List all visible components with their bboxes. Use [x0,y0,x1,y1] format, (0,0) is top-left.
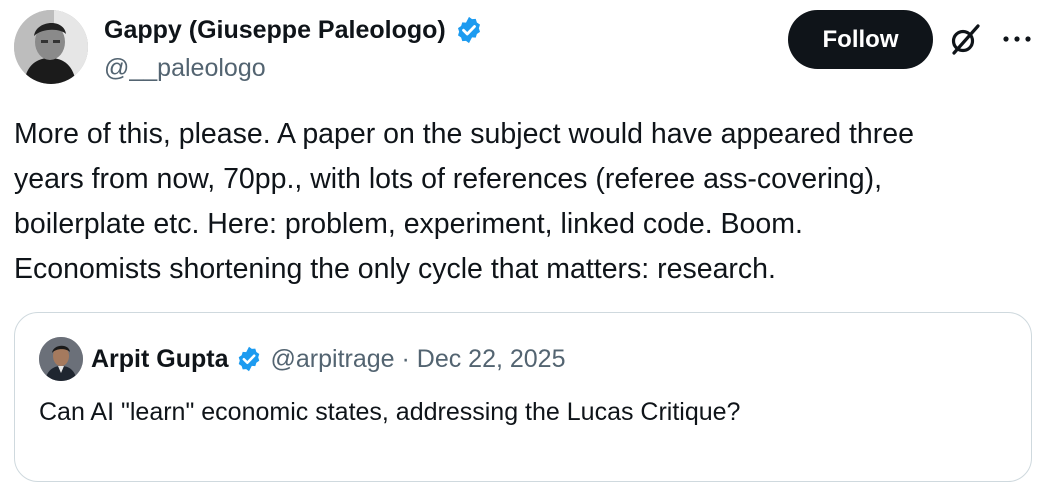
quoted-meta: @arpitrage · Dec 22, 2025 [270,345,566,373]
author-handle[interactable]: @__paleologo [104,52,266,84]
quoted-verified-badge-icon [235,345,263,373]
author-name-line: Gappy (Giuseppe Paleologo) [104,14,484,46]
grok-slash-icon[interactable] [948,22,982,56]
tweet-text: More of this, please. A paper on the sub… [14,118,914,285]
verified-badge-icon [454,15,484,45]
author-avatar[interactable] [14,10,88,84]
quoted-author-name[interactable]: Arpit Gupta [91,343,229,375]
quoted-header: Arpit Gupta @arpitrage · Dec 22, 2025 [91,343,565,375]
more-dots-icon[interactable] [1000,26,1034,52]
quoted-tweet[interactable]: Arpit Gupta @arpitrage · Dec 22, 2025 Ca… [14,312,1032,482]
follow-button[interactable]: Follow [788,10,933,69]
quoted-text: Can AI "learn" economic states, addressi… [39,398,741,426]
author-name[interactable]: Gappy (Giuseppe Paleologo) [104,14,446,46]
quoted-author-avatar[interactable] [39,337,83,381]
